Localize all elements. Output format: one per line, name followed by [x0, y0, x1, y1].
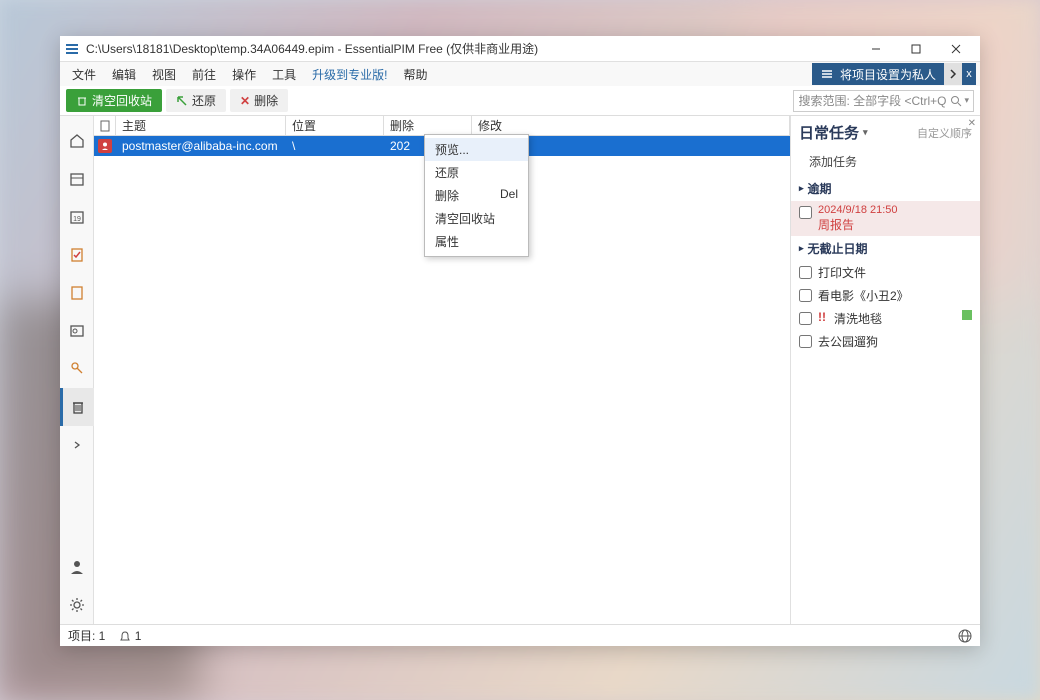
svg-text:19: 19	[73, 216, 81, 223]
menu-view[interactable]: 视图	[144, 64, 184, 85]
color-tag	[962, 310, 972, 320]
app-logo-icon	[64, 41, 80, 57]
menu-actions[interactable]: 操作	[224, 64, 264, 85]
status-reminders: 1	[119, 629, 141, 643]
menu-edit[interactable]: 编辑	[104, 64, 144, 85]
search-input[interactable]: 搜索范围: 全部字段 <Ctrl+Q ▾	[793, 90, 974, 112]
menu-tools[interactable]: 工具	[264, 64, 304, 85]
menu-go[interactable]: 前往	[184, 64, 224, 85]
promo-banner[interactable]: 将项目设置为私人	[812, 63, 944, 85]
col-modified[interactable]: 修改	[472, 116, 790, 135]
collapse-icon: ▸	[799, 183, 804, 194]
minimize-button[interactable]	[856, 37, 896, 61]
promo-close-button[interactable]: x	[962, 63, 976, 85]
restore-icon	[176, 95, 188, 107]
section-nodue[interactable]: ▸无截止日期	[791, 236, 980, 261]
empty-trash-button[interactable]: 清空回收站	[66, 89, 162, 112]
ctx-preview[interactable]: 预览...	[425, 138, 528, 161]
menu-file[interactable]: 文件	[64, 64, 104, 85]
task-title: 清洗地毯	[834, 310, 882, 327]
priority-icon: !!	[818, 310, 826, 324]
column-headers: 主题 位置 删除 修改	[94, 116, 790, 136]
menu-upgrade[interactable]: 升级到专业版!	[304, 64, 395, 85]
context-menu: 预览... 还原 删除Del 清空回收站 属性	[424, 134, 529, 257]
titlebar: C:\Users\18181\Desktop\temp.34A06449.epi…	[60, 36, 980, 62]
nav-trash[interactable]	[60, 388, 94, 426]
contact-icon	[98, 139, 112, 153]
col-location[interactable]: 位置	[286, 116, 384, 135]
delete-icon: ✕	[240, 94, 250, 108]
chevron-down-icon: ▾	[863, 127, 868, 138]
section-overdue[interactable]: ▸逾期	[791, 176, 980, 201]
panel-close-button[interactable]: ✕	[966, 116, 978, 131]
main-content: 主题 位置 删除 修改 postmaster@alibaba-inc.com \…	[94, 116, 790, 624]
panel-title[interactable]: 日常任务▾	[799, 122, 868, 143]
nav-contacts[interactable]	[60, 312, 94, 350]
nav-user[interactable]	[60, 548, 94, 586]
nav-settings[interactable]	[60, 586, 94, 624]
promo-text: 将项目设置为私人	[840, 66, 936, 83]
search-icon	[950, 95, 962, 107]
ctx-properties[interactable]: 属性	[425, 230, 528, 253]
custom-order-link[interactable]: 自定义顺序	[917, 125, 972, 141]
right-panel: ✕ 日常任务▾ 自定义顺序 添加任务 ▸逾期 2024/9/18 21:50 周…	[790, 116, 980, 624]
globe-icon[interactable]	[958, 629, 972, 643]
statusbar: 项目: 1 1	[60, 624, 980, 646]
toolbar: 清空回收站 还原 ✕ 删除 搜索范围: 全部字段 <Ctrl+Q ▾	[60, 86, 980, 116]
delete-button[interactable]: ✕ 删除	[230, 89, 288, 112]
nav-expand[interactable]	[60, 426, 94, 464]
nav-notes[interactable]	[60, 274, 94, 312]
nav-calendar[interactable]	[60, 160, 94, 198]
task-title: 看电影《小丑2》	[818, 287, 909, 304]
task-item-overdue[interactable]: 2024/9/18 21:50 周报告	[791, 201, 980, 236]
col-deleted[interactable]: 删除	[384, 116, 472, 135]
task-item[interactable]: !! 清洗地毯	[791, 307, 980, 330]
ctx-restore[interactable]: 还原	[425, 161, 528, 184]
app-window: C:\Users\18181\Desktop\temp.34A06449.epi…	[60, 36, 980, 646]
close-button[interactable]	[936, 37, 976, 61]
task-item[interactable]: 打印文件	[791, 261, 980, 284]
task-checkbox[interactable]	[799, 266, 812, 279]
add-task-link[interactable]: 添加任务	[791, 147, 980, 176]
window-title: C:\Users\18181\Desktop\temp.34A06449.epi…	[86, 40, 856, 57]
task-date: 2024/9/18 21:50	[818, 204, 972, 216]
task-checkbox[interactable]	[799, 206, 812, 219]
row-location: \	[286, 137, 384, 155]
status-item-count: 项目: 1	[68, 627, 105, 644]
restore-button[interactable]: 还原	[166, 89, 226, 112]
menubar: 文件 编辑 视图 前往 操作 工具 升级到专业版! 帮助 将项目设置为私人 x	[60, 62, 980, 86]
trash-icon	[76, 95, 88, 107]
search-placeholder: 搜索范围: 全部字段 <Ctrl+Q	[798, 92, 946, 109]
maximize-button[interactable]	[896, 37, 936, 61]
search-dropdown-icon[interactable]: ▾	[964, 95, 969, 106]
task-title: 打印文件	[818, 264, 866, 281]
task-checkbox[interactable]	[799, 289, 812, 302]
nav-today[interactable]	[60, 122, 94, 160]
nav-schedule[interactable]: 19	[60, 198, 94, 236]
menu-help[interactable]: 帮助	[395, 64, 435, 85]
task-title: 周报告	[818, 216, 972, 233]
task-checkbox[interactable]	[799, 312, 812, 325]
nav-passwords[interactable]	[60, 350, 94, 388]
task-title: 去公园遛狗	[818, 333, 878, 350]
nav-tasks[interactable]	[60, 236, 94, 274]
row-subject: postmaster@alibaba-inc.com	[116, 137, 286, 155]
task-item[interactable]: 看电影《小丑2》	[791, 284, 980, 307]
task-item[interactable]: 去公园遛狗	[791, 330, 980, 353]
promo-next-button[interactable]	[944, 63, 962, 85]
collapse-icon: ▸	[799, 243, 804, 254]
col-icon[interactable]	[94, 116, 116, 135]
promo-logo-icon	[820, 67, 834, 81]
ctx-delete[interactable]: 删除Del	[425, 184, 528, 207]
ctx-empty[interactable]: 清空回收站	[425, 207, 528, 230]
task-checkbox[interactable]	[799, 335, 812, 348]
left-sidebar: 19	[60, 116, 94, 624]
col-subject[interactable]: 主题	[116, 116, 286, 135]
